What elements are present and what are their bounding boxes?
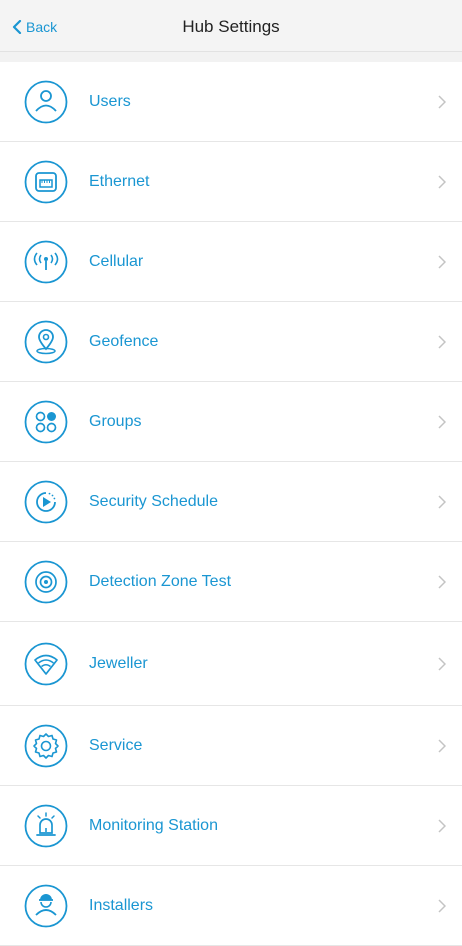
settings-item-detection-zone-test[interactable]: Detection Zone Test xyxy=(0,542,462,622)
settings-item-label: Cellular xyxy=(89,253,144,270)
groups-icon xyxy=(24,400,68,444)
settings-list: Users Ethernet Cellular Geofence Groups … xyxy=(0,62,462,946)
monitoring-station-icon xyxy=(24,804,68,848)
settings-item-jeweller[interactable]: Jeweller xyxy=(0,622,462,706)
user-icon xyxy=(24,80,68,124)
detection-zone-icon xyxy=(24,560,68,604)
settings-item-security-schedule[interactable]: Security Schedule xyxy=(0,462,462,542)
settings-item-monitoring-station[interactable]: Monitoring Station xyxy=(0,786,462,866)
geofence-icon xyxy=(24,320,68,364)
chevron-right-icon xyxy=(438,899,446,913)
chevron-right-icon xyxy=(438,335,446,349)
settings-item-label: Detection Zone Test xyxy=(89,573,232,590)
nav-header: Back Hub Settings xyxy=(0,0,462,52)
chevron-right-icon xyxy=(438,495,446,509)
settings-item-label: Security Schedule xyxy=(89,493,218,510)
chevron-right-icon xyxy=(438,657,446,671)
settings-item-geofence[interactable]: Geofence xyxy=(0,302,462,382)
service-gear-icon xyxy=(24,724,68,768)
settings-item-label: Installers xyxy=(89,897,154,914)
security-schedule-icon xyxy=(24,480,68,524)
settings-item-label: Geofence xyxy=(89,333,159,350)
chevron-right-icon xyxy=(438,255,446,269)
cellular-icon xyxy=(24,240,68,284)
ethernet-icon xyxy=(24,160,68,204)
jeweller-icon xyxy=(24,642,68,686)
settings-item-service[interactable]: Service xyxy=(0,706,462,786)
chevron-right-icon xyxy=(438,175,446,189)
settings-item-label: Monitoring Station xyxy=(89,817,218,834)
chevron-right-icon xyxy=(438,575,446,589)
settings-item-cellular[interactable]: Cellular xyxy=(0,222,462,302)
settings-item-label: Groups xyxy=(89,413,142,430)
chevron-right-icon xyxy=(438,819,446,833)
settings-item-label: Ethernet xyxy=(89,173,150,190)
chevron-right-icon xyxy=(438,95,446,109)
chevron-right-icon xyxy=(438,415,446,429)
settings-item-label: Service xyxy=(89,737,143,754)
settings-item-ethernet[interactable]: Ethernet xyxy=(0,142,462,222)
settings-item-installers[interactable]: Installers xyxy=(0,866,462,946)
settings-item-groups[interactable]: Groups xyxy=(0,382,462,462)
settings-item-label: Users xyxy=(89,93,131,110)
settings-item-label: Jeweller xyxy=(89,655,148,672)
installer-icon xyxy=(24,884,68,928)
settings-item-users[interactable]: Users xyxy=(0,62,462,142)
chevron-right-icon xyxy=(438,739,446,753)
page-title: Hub Settings xyxy=(182,17,280,36)
